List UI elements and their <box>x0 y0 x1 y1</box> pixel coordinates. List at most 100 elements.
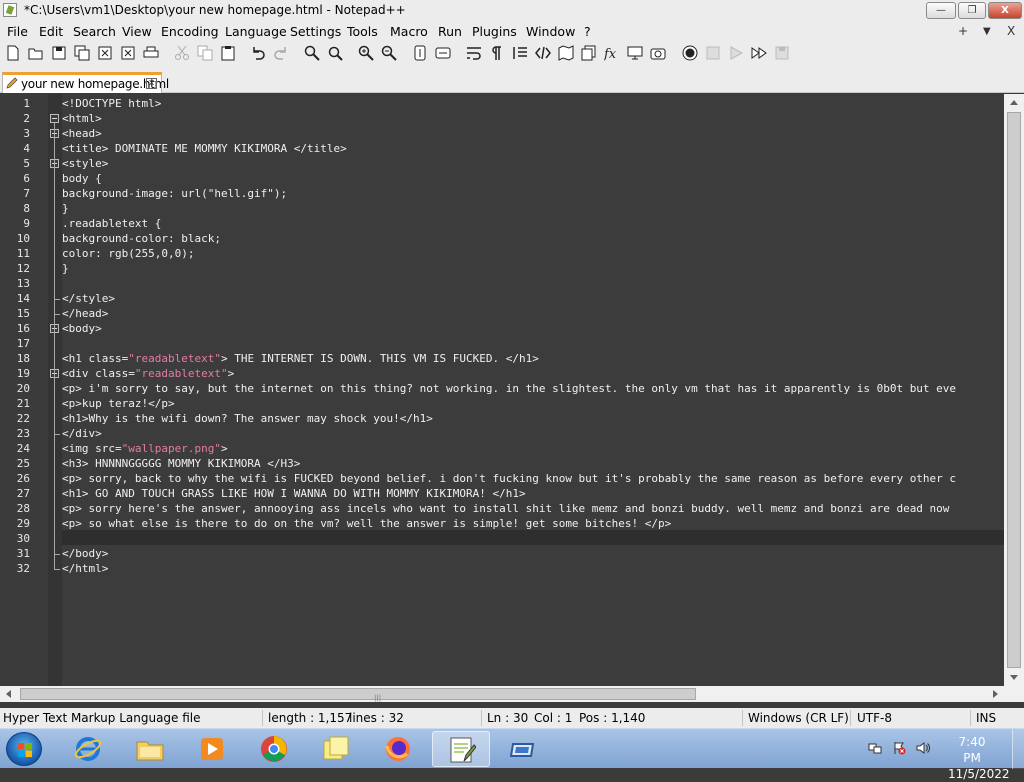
save-all-icon[interactable] <box>74 45 90 61</box>
code-line[interactable]: </html> <box>62 561 108 576</box>
menu-help[interactable]: ? <box>584 24 591 39</box>
code-line[interactable]: </div> <box>62 426 102 441</box>
sync-vertical-icon[interactable] <box>412 45 428 61</box>
code-line[interactable]: color: rgb(255,0,0); <box>62 246 194 261</box>
fold-margin[interactable] <box>48 94 62 686</box>
function-list-icon[interactable]: fx <box>604 45 620 61</box>
code-line[interactable]: <p> so what else is there to do on the v… <box>62 516 671 531</box>
code-editor[interactable]: 1 2 3 4 5 6 7 8 9 10 11 12 13 14 15 16 17 18 19 20 21 22 23 24 2… <box>0 94 1004 686</box>
code-line[interactable]: <head> <box>62 126 102 141</box>
taskbar-explorer[interactable] <box>122 731 180 767</box>
scroll-right-arrow-icon[interactable] <box>993 690 998 698</box>
undo-icon[interactable] <box>250 45 266 61</box>
vertical-scroll-thumb[interactable] <box>1007 112 1021 668</box>
play-macro-icon[interactable] <box>728 45 744 61</box>
code-line[interactable]: <h1>Why is the wifi down? The answer may… <box>62 411 433 426</box>
code-line[interactable]: <!DOCTYPE html> <box>62 96 161 111</box>
redo-icon[interactable] <box>273 45 289 61</box>
vertical-scrollbar[interactable] <box>1004 94 1024 686</box>
taskbar-media-player[interactable] <box>184 731 242 767</box>
code-line[interactable]: <body> <box>62 321 102 336</box>
menu-run[interactable]: Run <box>438 24 462 39</box>
maximize-button[interactable]: ❐ <box>958 2 986 19</box>
show-all-chars-icon[interactable] <box>489 45 505 61</box>
minimize-button[interactable]: — <box>926 2 956 19</box>
code-line[interactable]: <h1> GO AND TOUCH GRASS LIKE HOW I WANNA… <box>62 486 526 501</box>
new-file-icon[interactable] <box>5 45 21 61</box>
code-line[interactable]: <html> <box>62 111 102 126</box>
code-line[interactable]: } <box>62 201 69 216</box>
indent-guide-icon[interactable] <box>512 45 528 61</box>
close-document-icon[interactable]: X <box>1007 24 1015 38</box>
code-line[interactable]: </body> <box>62 546 108 561</box>
code-line[interactable]: } <box>62 261 69 276</box>
stop-recording-icon[interactable] <box>705 45 721 61</box>
taskbar-firefox[interactable] <box>370 731 428 767</box>
volume-icon[interactable] <box>916 741 930 755</box>
cut-icon[interactable] <box>174 45 190 61</box>
close-all-icon[interactable] <box>120 45 136 61</box>
scroll-left-arrow-icon[interactable] <box>6 690 11 698</box>
run-macro-multiple-icon[interactable] <box>751 45 767 61</box>
replace-icon[interactable] <box>327 45 343 61</box>
menu-plugins[interactable]: Plugins <box>472 24 517 39</box>
paste-icon[interactable] <box>220 45 236 61</box>
code-line[interactable]: <p> sorry, back to why the wifi is FUCKE… <box>62 471 956 486</box>
tab-your-new-homepage[interactable]: your new homepage.html x <box>2 72 169 93</box>
menu-settings[interactable]: Settings <box>290 24 341 39</box>
code-line[interactable]: <p> sorry here's the answer, annooying a… <box>62 501 949 516</box>
code-line[interactable]: </head> <box>62 306 108 321</box>
fold-toggle-icon[interactable] <box>50 114 59 123</box>
save-macro-icon[interactable] <box>774 45 790 61</box>
print-icon[interactable] <box>143 45 159 61</box>
horizontal-scrollbar[interactable]: ||| <box>0 686 1004 702</box>
zoom-out-icon[interactable] <box>381 45 397 61</box>
close-file-icon[interactable] <box>97 45 113 61</box>
menu-macro[interactable]: Macro <box>390 24 428 39</box>
menu-edit[interactable]: Edit <box>39 24 63 39</box>
zoom-in-icon[interactable] <box>358 45 374 61</box>
find-icon[interactable] <box>304 45 320 61</box>
network-icon[interactable] <box>868 741 882 755</box>
code-line[interactable]: <p>kup teraz!</p> <box>62 396 175 411</box>
menu-search[interactable]: Search <box>73 24 116 39</box>
code-line[interactable]: <img src="wallpaper.png"> <box>62 441 228 456</box>
screenshot-icon[interactable] <box>650 45 666 61</box>
code-line[interactable]: background-color: black; <box>62 231 221 246</box>
menu-window[interactable]: Window <box>526 24 575 39</box>
code-text-area[interactable]: <!DOCTYPE html> <html> <head> <title> DOMIN… <box>62 94 1004 686</box>
taskbar-sticky-notes[interactable] <box>308 731 366 767</box>
menu-view[interactable]: View <box>122 24 152 39</box>
taskbar-chrome[interactable] <box>246 731 304 767</box>
action-center-flag-icon[interactable] <box>892 741 906 755</box>
taskbar-notepad-plus-plus[interactable] <box>432 731 490 767</box>
code-line[interactable]: background-image: url("hell.gif"); <box>62 186 287 201</box>
scroll-down-arrow-icon[interactable] <box>1010 675 1018 680</box>
code-line[interactable]: body { <box>62 171 102 186</box>
sync-horizontal-icon[interactable] <box>435 45 451 61</box>
document-map-icon[interactable] <box>558 45 574 61</box>
tab-list-down-icon[interactable]: ▼ <box>983 26 991 37</box>
record-macro-icon[interactable] <box>682 45 698 61</box>
scroll-up-arrow-icon[interactable] <box>1010 100 1018 105</box>
code-line[interactable]: <title> DOMINATE ME MOMMY KIKIMORA </tit… <box>62 141 347 156</box>
close-window-button[interactable]: X <box>988 2 1022 19</box>
clock[interactable]: 7:40 PM 11/5/2022 <box>948 734 1010 782</box>
start-button[interactable] <box>6 732 42 766</box>
menu-encoding[interactable]: Encoding <box>161 24 219 39</box>
folder-as-workspace-icon[interactable] <box>581 45 597 61</box>
copy-icon[interactable] <box>197 45 213 61</box>
save-icon[interactable] <box>51 45 67 61</box>
code-line[interactable]: <style> <box>62 156 108 171</box>
show-desktop-button[interactable] <box>1012 729 1024 769</box>
code-line[interactable]: </style> <box>62 291 115 306</box>
horizontal-scroll-thumb[interactable]: ||| <box>20 688 696 702</box>
code-line[interactable]: <h1 class="readabletext"> THE INTERNET I… <box>62 351 539 366</box>
xml-tag-icon[interactable] <box>535 45 551 61</box>
code-line[interactable]: .readabletext { <box>62 216 161 231</box>
tab-close-icon[interactable]: x <box>146 78 157 89</box>
code-line[interactable]: <h3> HNNNNGGGGG MOMMY KIKIMORA </H3> <box>62 456 300 471</box>
new-tab-plus-icon[interactable]: + <box>958 24 968 38</box>
taskbar-virtual-drive[interactable] <box>494 731 552 767</box>
code-line[interactable]: <div class="readabletext"> <box>62 366 234 381</box>
